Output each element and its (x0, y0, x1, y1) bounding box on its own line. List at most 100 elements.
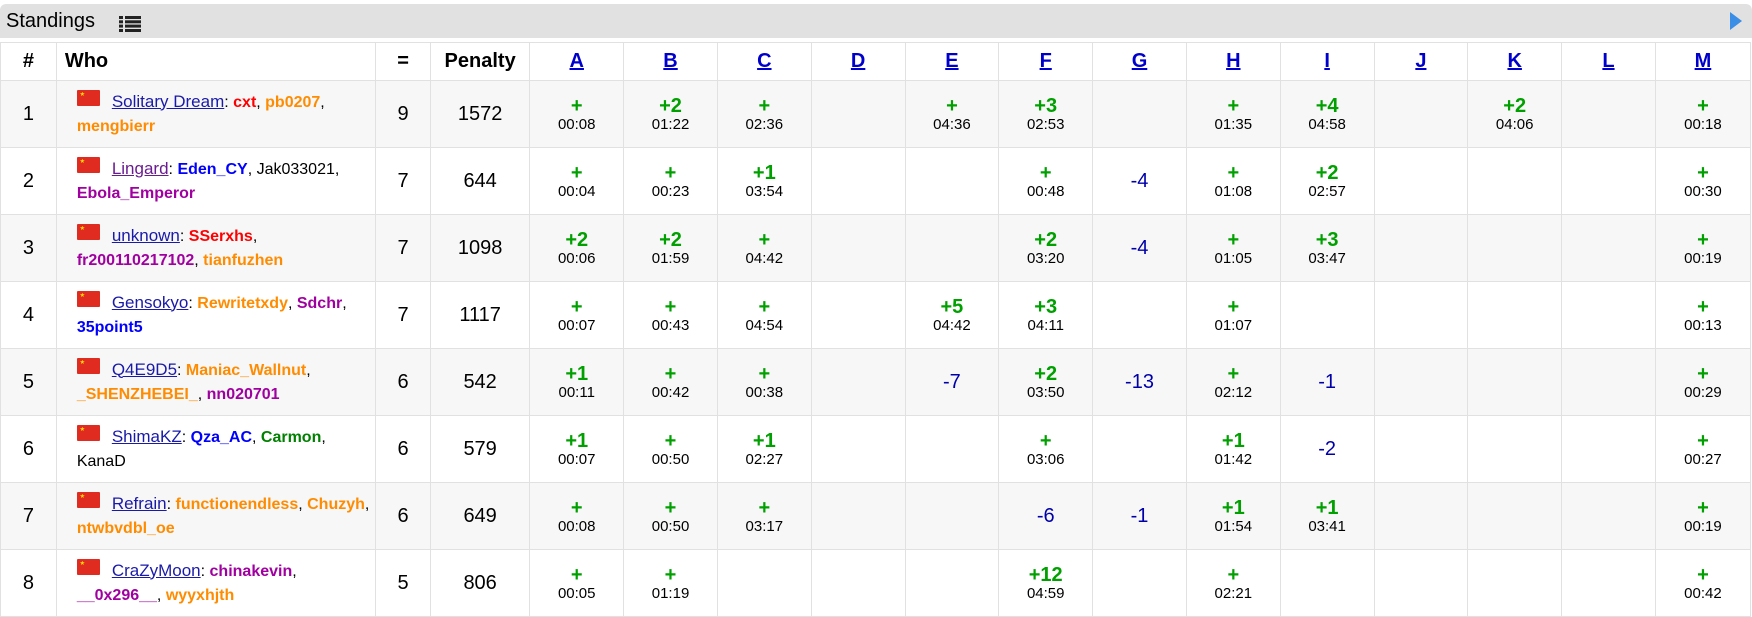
member-link[interactable]: Ebola_Emperor (77, 185, 195, 202)
problem-link-k[interactable]: K (1507, 50, 1521, 72)
accepted-time: 00:05 (557, 584, 596, 602)
member-link[interactable]: ntwbvdbl_oe (77, 520, 175, 537)
member-link[interactable]: functionendless (176, 496, 299, 513)
penalty-cell: 806 (429, 549, 531, 617)
member-link[interactable]: wyyxhjth (166, 587, 234, 604)
problem-cell-e (904, 482, 1000, 550)
problem-link-b[interactable]: B (663, 50, 677, 72)
team-link[interactable]: Lingard (112, 159, 169, 178)
accepted-time: 00:04 (557, 182, 596, 200)
problem-cell-c: +04:42 (716, 214, 812, 282)
problem-cell-a: +1 00:07 (529, 415, 625, 483)
problem-cell-i: +2 02:57 (1279, 147, 1375, 215)
problem-cell-f: +2 03:50 (998, 348, 1094, 416)
team-link[interactable]: CraZyMoon (112, 561, 201, 580)
accepted-mark: + (1227, 94, 1240, 117)
member-link[interactable]: _SHENZHEBEI_ (77, 386, 198, 403)
accepted-time: 04:06 (1495, 115, 1534, 133)
table-header-row: # Who = Penalty A B C D E F G H I J K L M (0, 42, 1752, 81)
problem-link-m[interactable]: M (1695, 50, 1712, 72)
problem-cell-f: +3 04:11 (998, 281, 1094, 349)
member-link[interactable]: pb0207 (265, 94, 320, 111)
problem-link-c[interactable]: C (757, 50, 771, 72)
team-link[interactable]: Q4E9D5 (112, 360, 177, 379)
member-link[interactable]: tianfuzhen (203, 252, 283, 269)
problem-cell-b: +00:43 (623, 281, 718, 349)
problem-cell-d (810, 281, 906, 349)
problem-cell-f: +2 03:20 (998, 214, 1094, 282)
member-link[interactable]: mengbierr (77, 118, 155, 135)
problem-link-l[interactable]: L (1602, 50, 1614, 72)
member-link[interactable]: __0x296__ (77, 587, 157, 604)
member-link[interactable]: chinakevin (210, 563, 293, 580)
team-link[interactable]: Refrain (112, 494, 167, 513)
team-link[interactable]: Gensokyo (112, 293, 189, 312)
arrow-right-icon[interactable] (1730, 12, 1742, 30)
col-who-header: Who (55, 42, 377, 81)
problem-cell-i: -1 (1279, 348, 1375, 416)
member-link[interactable]: Chuzyh (307, 496, 365, 513)
problem-header-b: B (623, 42, 718, 81)
problem-cell-e: +04:36 (904, 80, 1000, 148)
accepted-time: 00:43 (651, 316, 690, 334)
rank-cell: 7 (0, 482, 57, 550)
accepted-time: 01:08 (1214, 182, 1253, 200)
member-link[interactable]: Eden_CY (177, 161, 247, 178)
member-link[interactable]: SSerxhs (189, 228, 253, 245)
accepted-time: 00:50 (651, 450, 690, 468)
problem-cell-f: +03:06 (998, 415, 1094, 483)
problem-cell-h: +1 01:54 (1185, 482, 1281, 550)
member-link[interactable]: Qza_AC (191, 429, 252, 446)
standings-panel: Standings # Who = Penalty A B C D E F G H I J K L M (0, 4, 1752, 617)
member-link[interactable]: Jak033021 (257, 161, 335, 178)
accepted-mark: + (570, 295, 583, 318)
who-cell: CraZyMoon: chinakevin, __0x296__, wyyxhj… (55, 549, 377, 617)
accepted-mark: +1 (1315, 496, 1339, 519)
accepted-time: 00:08 (557, 517, 596, 535)
problem-link-g[interactable]: G (1132, 50, 1148, 72)
member-link[interactable]: KanaD (77, 453, 126, 470)
problem-link-j[interactable]: J (1415, 50, 1426, 72)
problem-link-a[interactable]: A (570, 50, 584, 72)
problem-header-c: C (716, 42, 812, 81)
problem-cell-b: +00:50 (623, 482, 718, 550)
member-link[interactable]: fr200110217102 (77, 252, 194, 269)
who-cell: Gensokyo: Rewritetxdy, Sdchr, 35point5 (55, 281, 377, 349)
member-link[interactable]: Maniac_Wallnut (186, 362, 306, 379)
accepted-mark: + (664, 563, 677, 586)
team-link[interactable]: ShimaKZ (112, 427, 182, 446)
member-link[interactable]: Sdchr (297, 295, 342, 312)
team-link[interactable]: Solitary Dream (112, 92, 224, 111)
problem-link-h[interactable]: H (1226, 50, 1240, 72)
china-flag-icon (76, 89, 100, 106)
rank-cell: 6 (0, 415, 57, 483)
accepted-time: 00:48 (1026, 182, 1065, 200)
accepted-time: 01:22 (651, 115, 690, 133)
team-link[interactable]: unknown (112, 226, 180, 245)
accepted-time: 00:07 (557, 316, 596, 334)
accepted-mark: +12 (1028, 563, 1063, 586)
china-flag-icon (76, 558, 100, 575)
member-link[interactable]: 35point5 (77, 319, 143, 336)
problem-cell-m: +00:19 (1654, 214, 1752, 282)
problem-cell-a: +00:04 (529, 147, 625, 215)
problem-link-f[interactable]: F (1040, 50, 1052, 72)
problem-cell-e (904, 214, 1000, 282)
problem-cell-e (904, 415, 1000, 483)
member-link[interactable]: Rewritetxdy (197, 295, 288, 312)
member-link[interactable]: nn020701 (207, 386, 280, 403)
accepted-mark: +2 (1034, 228, 1058, 251)
problem-link-e[interactable]: E (945, 50, 958, 72)
penalty-cell: 579 (429, 415, 531, 483)
problem-link-i[interactable]: I (1324, 50, 1330, 72)
problem-link-d[interactable]: D (851, 50, 865, 72)
list-icon[interactable] (119, 16, 141, 32)
accepted-time: 02:53 (1026, 115, 1065, 133)
member-link[interactable]: cxt (233, 94, 256, 111)
problem-cell-g (1092, 281, 1187, 349)
problem-cell-j (1373, 549, 1469, 617)
member-link[interactable]: Carmon (261, 429, 321, 446)
accepted-time: 00:18 (1684, 115, 1722, 133)
rank-cell: 8 (0, 549, 57, 617)
problem-cell-k (1467, 348, 1563, 416)
